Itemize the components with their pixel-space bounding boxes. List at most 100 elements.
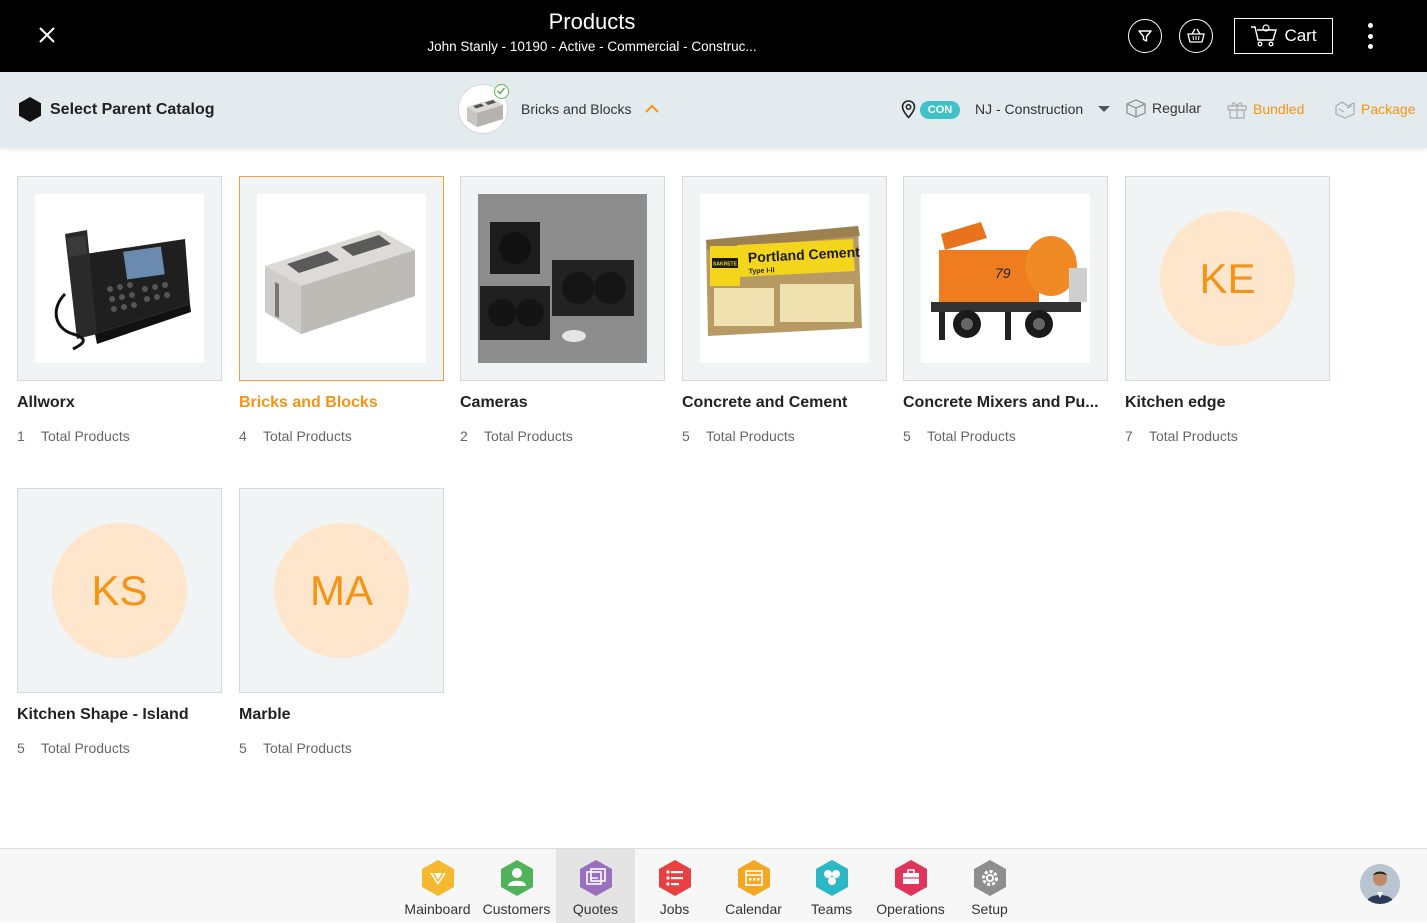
catalog-tile[interactable]: 79 [903,176,1108,381]
catalog-initials: KE [1160,211,1295,346]
catalog-image [257,194,426,363]
nav-mainboard[interactable]: Mainboard [398,849,477,923]
location-caret-icon[interactable] [1098,106,1110,112]
top-bar: Products John Stanly - 10190 - Active - … [0,0,1427,72]
user-avatar[interactable] [1360,864,1400,904]
catalog-tile[interactable]: KS [17,488,222,693]
catalog-card[interactable]: Cameras 2 Total Products [460,176,665,444]
mode-bundled-label: Bundled [1253,101,1305,117]
catalog-count: 5 Total Products [903,428,1108,444]
nav-label: Quotes [572,901,619,917]
speakers-image [478,194,647,363]
catalog-count-label: Total Products [263,740,352,756]
cart-icon [1251,24,1278,47]
catalog-tile[interactable]: MA [239,488,444,693]
catalog-tile[interactable] [460,176,665,381]
nav-jobs[interactable]: Jobs [635,849,714,923]
page-title: Products [548,9,636,34]
mode-bundled[interactable]: Bundled [1226,98,1304,120]
catalog-card[interactable]: SAKRETE Portland Cement Type I-II Concre… [682,176,887,444]
select-parent-catalog[interactable]: Select Parent Catalog [18,96,215,123]
basket-icon [1187,28,1205,43]
catalog-count: 4 Total Products [239,428,444,444]
catalog-count-value: 4 [239,428,247,444]
nav-operations[interactable]: Operations [871,849,950,923]
box-icon [1126,99,1146,118]
location-label[interactable]: NJ - Construction [975,101,1083,117]
catalog-card[interactable]: KE Kitchen edge 7 Total Products [1125,176,1330,444]
selected-catalog-dropdown[interactable]: Bricks and Blocks [458,84,660,134]
desk-phone-image [54,230,191,351]
header-title-group: Products John Stanly - 10190 - Active - … [392,8,792,57]
nav-label: Mainboard [404,901,471,917]
catalog-count: 5 Total Products [682,428,887,444]
filter-button[interactable] [1128,19,1162,53]
cinder-block-image [265,230,415,334]
catalog-card[interactable]: MA Marble 5 Total Products [239,488,444,756]
catalog-tile[interactable] [17,176,222,381]
catalog-count-label: Total Products [41,740,130,756]
catalog-name: Cameras [460,394,528,411]
selected-check-badge [494,84,509,99]
close-button[interactable] [30,18,64,52]
nav-label: Calendar [725,901,782,917]
nav-setup[interactable]: Setup [950,849,1029,923]
nav-label: Customers [482,901,551,917]
teams-icon [814,859,850,897]
cart-button[interactable]: Cart [1234,18,1333,54]
close-icon [39,27,55,43]
mainboard-icon [420,859,456,897]
location-pin-icon [901,100,916,119]
gift-icon [1227,102,1247,119]
mode-regular[interactable]: Regular [1125,98,1201,118]
bottom-nav: Mainboard Customers Quotes Jobs Calendar… [0,848,1427,923]
nav-customers[interactable]: Customers [477,849,556,923]
nav-teams[interactable]: Teams [792,849,871,923]
catalog-toolbar: Select Parent Catalog Bricks and Blocks [0,72,1427,148]
avatar-image [1360,864,1400,904]
mode-package[interactable]: Package [1334,98,1415,120]
package-icon [1335,101,1355,119]
catalog-initials: KS [52,523,187,658]
catalog-tile[interactable] [239,176,444,381]
nav-label: Operations [876,901,945,917]
jobs-icon [657,859,693,897]
catalog-name: Bricks and Blocks [239,394,378,411]
catalog-card[interactable]: 79 Concrete Mixers and Pu... 5 Total Pro… [903,176,1108,444]
catalog-name: Allworx [17,394,75,411]
nav-quotes[interactable]: Quotes [556,849,635,923]
catalog-tile[interactable]: SAKRETE Portland Cement Type I-II [682,176,887,381]
catalog-count-value: 5 [682,428,690,444]
more-dot-icon [1367,23,1373,28]
catalog-count-label: Total Products [41,428,130,444]
catalog-tile[interactable]: KE [1125,176,1330,381]
basket-button[interactable] [1179,19,1213,53]
catalog-card[interactable]: Bricks and Blocks 4 Total Products [239,176,444,444]
catalog-card[interactable]: KS Kitchen Shape - Island 5 Total Produc… [17,488,222,756]
catalog-count-label: Total Products [484,428,573,444]
mode-package-label: Package [1361,101,1416,117]
catalog-count: 7 Total Products [1125,428,1330,444]
nav-label: Teams [810,901,853,917]
more-dot-icon [1367,44,1373,49]
catalog-count: 5 Total Products [17,740,222,756]
catalog-count-label: Total Products [263,428,352,444]
catalog-card[interactable]: Allworx 1 Total Products [17,176,222,444]
chevron-up-icon [645,104,660,113]
more-menu-button[interactable] [1358,20,1382,52]
catalog-image [478,194,647,363]
cement-brand-text: SAKRETE [713,262,738,268]
catalog-image [35,194,204,363]
nav-calendar[interactable]: Calendar [714,849,793,923]
catalog-count-value: 1 [17,428,25,444]
catalog-initials: MA [274,523,409,658]
catalog-name: Kitchen edge [1125,394,1226,411]
location-code-badge: CON [920,101,960,119]
catalog-count: 1 Total Products [17,428,222,444]
setup-icon [972,859,1008,897]
hexagon-icon [19,97,41,122]
cement-bag-image: SAKRETE Portland Cement Type I-II [706,226,862,336]
catalog-count-label: Total Products [927,428,1016,444]
catalog-count: 5 Total Products [239,740,444,756]
catalog-name: Concrete Mixers and Pu... [903,394,1099,411]
